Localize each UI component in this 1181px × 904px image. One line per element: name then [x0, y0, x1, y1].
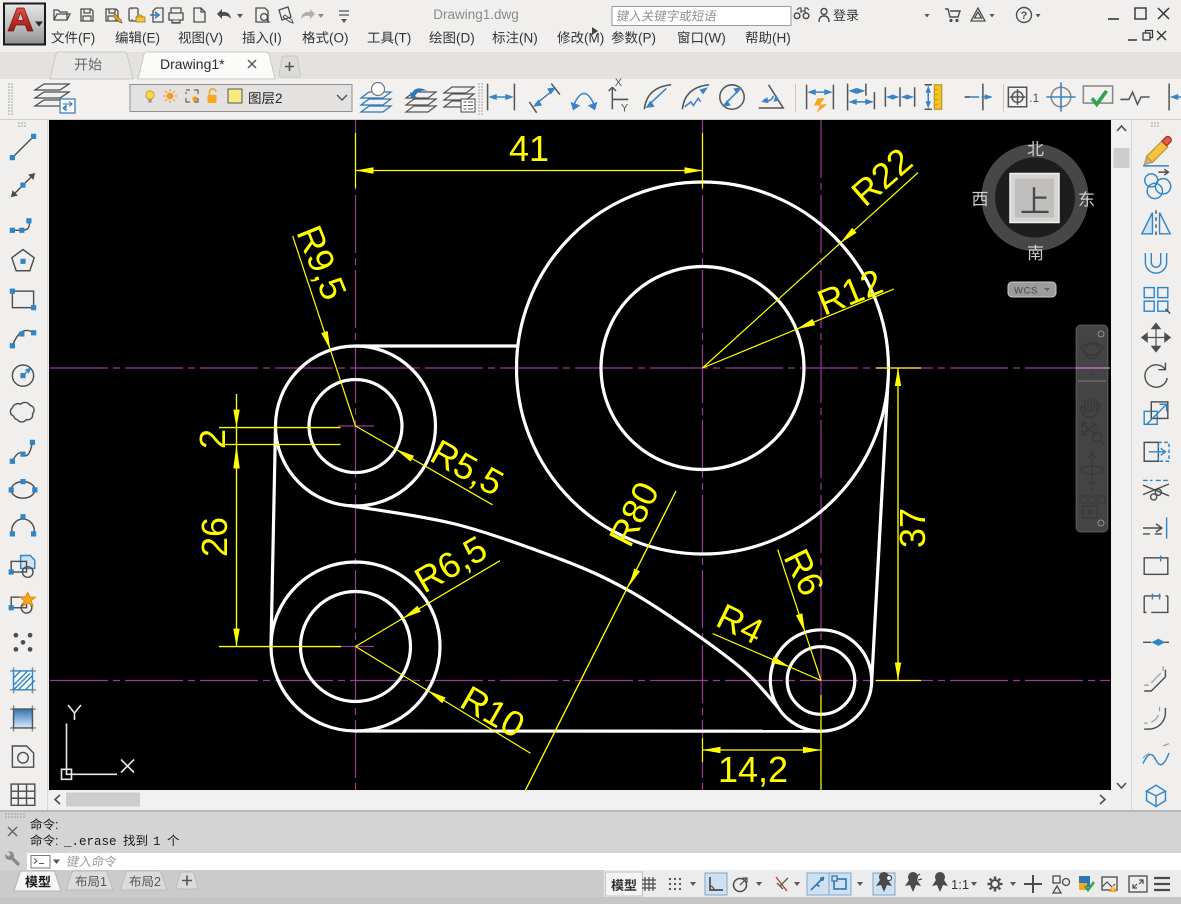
svg-text:(H): (H)	[772, 31, 791, 46]
svg-text:14,2: 14,2	[718, 749, 788, 790]
svg-text:2: 2	[275, 91, 283, 106]
svg-text:(P): (P)	[638, 31, 656, 46]
svg-text:2: 2	[154, 875, 161, 889]
svg-text:(E): (E)	[142, 31, 160, 46]
svg-text:(N): (N)	[519, 31, 538, 46]
svg-text:(F): (F)	[78, 31, 95, 46]
svg-text:Drawing1.dwg: Drawing1.dwg	[433, 7, 519, 22]
svg-text:_.erase: _.erase	[63, 835, 117, 849]
svg-text:.1: .1	[1029, 91, 1039, 105]
svg-text:WCS: WCS	[1014, 286, 1038, 297]
svg-text:1:1: 1:1	[951, 877, 969, 892]
svg-text::: :	[55, 834, 58, 848]
svg-text:26: 26	[194, 517, 235, 557]
svg-text:2: 2	[192, 429, 233, 449]
svg-text:?: ?	[1021, 10, 1028, 22]
svg-text:X: X	[615, 77, 623, 89]
svg-text:1: 1	[153, 835, 161, 849]
svg-text:Y: Y	[621, 103, 629, 115]
svg-text:(O): (O)	[329, 31, 349, 46]
svg-text::: :	[55, 818, 58, 832]
svg-text:(I): (I)	[269, 31, 282, 46]
svg-text:(T): (T)	[394, 31, 411, 46]
svg-text:(D): (D)	[456, 31, 475, 46]
svg-text:37: 37	[892, 508, 933, 548]
svg-text:1: 1	[100, 875, 107, 889]
svg-text:(W): (W)	[704, 31, 726, 46]
svg-text:!: !	[1112, 886, 1114, 893]
svg-text:Drawing1*: Drawing1*	[160, 56, 225, 72]
svg-text:41: 41	[509, 128, 549, 169]
svg-text:(V): (V)	[205, 31, 223, 46]
